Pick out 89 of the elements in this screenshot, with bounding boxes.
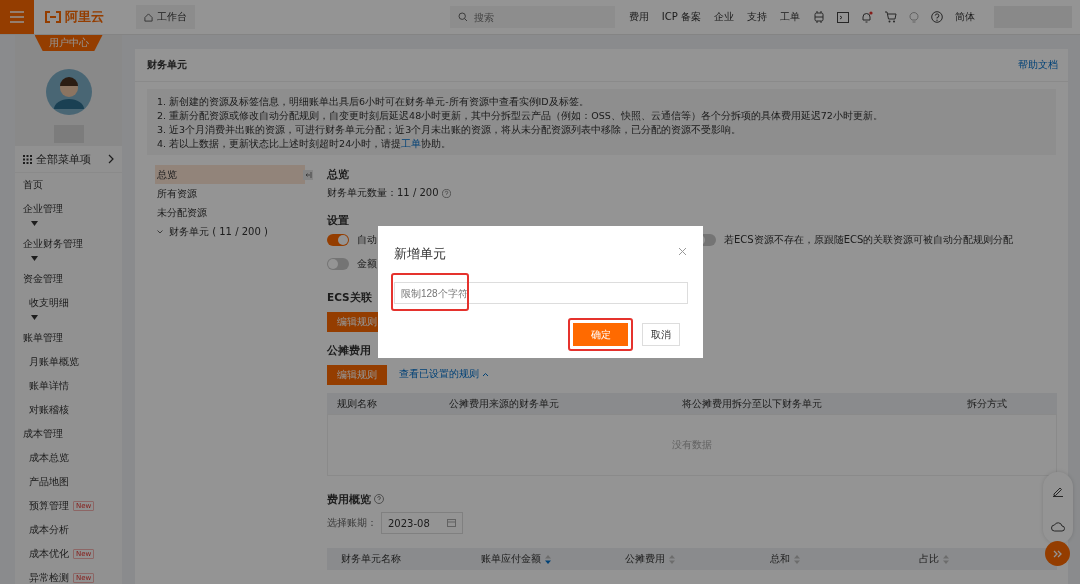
logo-icon bbox=[44, 11, 62, 23]
nav-item[interactable]: 总览 bbox=[155, 165, 305, 184]
help-icon[interactable] bbox=[931, 11, 943, 23]
caret-icon[interactable] bbox=[482, 372, 490, 377]
notice-line: 3. 近3个月消费并出账的资源，可进行财务单元分配；近3个月未出账的资源，将从未分配资源列表中移除，已分配的资源不受影响。 bbox=[157, 123, 743, 137]
sidebar-item[interactable]: 成本总览 bbox=[15, 446, 122, 470]
notice-line: 4. 若以上数据，更新状态比上述时刻超时24小时，请提工单协助。 bbox=[157, 137, 453, 151]
sidebar-item[interactable]: 账单管理 bbox=[15, 326, 122, 350]
unit-count: 财务单元数量：11 / 200 bbox=[327, 186, 439, 200]
grid-icon[interactable] bbox=[23, 154, 32, 164]
caret-icon[interactable] bbox=[31, 256, 38, 261]
sidebar-item[interactable]: 企业财务管理 bbox=[15, 232, 122, 256]
avatar bbox=[45, 69, 92, 115]
column-header: 规则名称 bbox=[337, 396, 378, 411]
toggle-switch[interactable] bbox=[327, 258, 349, 270]
help-icon[interactable] bbox=[441, 188, 451, 198]
terminal-icon[interactable] bbox=[837, 11, 849, 23]
sidebar-item[interactable]: 成本管理 bbox=[15, 422, 122, 446]
column-header[interactable]: 公摊费用 bbox=[625, 552, 675, 566]
search-field[interactable]: 搜索 bbox=[473, 11, 594, 23]
notice-line: 2. 重新分配资源或修改自动分配规则，自变更时刻后延迟48小时更新，其中分拆型云产品（例如：OSS、快照、云通信等）各个分拆项的具体费用延迟72小时更新。 bbox=[157, 109, 884, 123]
close-icon[interactable] bbox=[678, 247, 687, 256]
name-input[interactable]: 限制128个字符 bbox=[394, 282, 688, 304]
top-link[interactable]: ICP 备案 bbox=[661, 10, 701, 24]
sidebar-item[interactable]: 产品地图 bbox=[15, 470, 122, 494]
cloud-icon[interactable] bbox=[1051, 521, 1065, 532]
language-link[interactable]: 简体 bbox=[955, 10, 975, 24]
nav-item[interactable]: 财务单元 ( 11 / 200 ) bbox=[155, 222, 305, 241]
notice-line: 1. 新创建的资源及标签信息，明细账单出具后6小时可在财务单元-所有资源中查看实例ID及标签。 bbox=[157, 95, 590, 109]
all-menu-item[interactable]: 全部菜单项 bbox=[15, 146, 122, 173]
date-field[interactable]: 2023-08 bbox=[381, 512, 463, 534]
sidebar-item[interactable]: 对账稽核 bbox=[15, 398, 122, 422]
cancel-button[interactable]: 取消 bbox=[642, 323, 680, 346]
section-title: 公摊费用 bbox=[327, 343, 371, 358]
column-header[interactable]: 占比 bbox=[919, 552, 949, 566]
column-header[interactable]: 总和 bbox=[770, 552, 800, 566]
sidebar-item[interactable]: 企业管理 bbox=[15, 197, 122, 221]
chip-icon[interactable] bbox=[813, 11, 825, 23]
sidebar-item[interactable]: 收支明细 bbox=[15, 291, 122, 315]
top-link[interactable]: 支持 bbox=[747, 10, 767, 24]
view-rules-link[interactable]: 查看已设置的规则 bbox=[399, 367, 490, 381]
bell-icon[interactable] bbox=[861, 11, 873, 23]
lightbulb-icon[interactable] bbox=[909, 11, 919, 23]
sidebar-item[interactable]: 月账单概览 bbox=[15, 350, 122, 374]
column-header: 拆分方式 bbox=[967, 396, 1008, 411]
nav-item[interactable]: 所有资源 bbox=[155, 184, 305, 203]
column-header[interactable]: 账单应付金额 bbox=[481, 552, 551, 566]
top-link[interactable]: 工单 bbox=[780, 10, 800, 24]
column-header: 公摊费用来源的财务单元 bbox=[449, 396, 560, 411]
top-link[interactable]: 企业 bbox=[714, 10, 734, 24]
calendar-icon[interactable] bbox=[447, 519, 456, 527]
section-title: ECS关联 bbox=[327, 290, 372, 305]
toggle-label: 若ECS资源不存在，原跟随ECS的关联资源可被自动分配规则分配 bbox=[724, 233, 1014, 247]
brand-name: 阿里云 bbox=[65, 8, 104, 26]
toggle-label: 自动 bbox=[357, 233, 377, 247]
nav-item[interactable]: 未分配资源 bbox=[155, 203, 305, 222]
field-label: 选择账期： bbox=[327, 516, 377, 530]
home-tab[interactable]: 工作台 bbox=[136, 5, 195, 29]
cart-icon[interactable] bbox=[885, 11, 897, 23]
section-title: 设置 bbox=[327, 213, 349, 228]
ticket-link[interactable]: 工单 bbox=[401, 138, 422, 149]
section-title: 总览 bbox=[327, 167, 349, 182]
page-title: 财务单元 bbox=[147, 58, 187, 72]
column-header: 将公摊费用拆分至以下财务单元 bbox=[682, 396, 823, 411]
sidebar-item[interactable]: 首页 bbox=[15, 173, 122, 197]
column-header[interactable]: 财务单元名称 bbox=[341, 552, 401, 566]
modal-title: 新增单元 bbox=[394, 246, 446, 263]
help-link[interactable]: 帮助文档 bbox=[1018, 58, 1058, 72]
sidebar-item[interactable]: 成本分析 bbox=[15, 518, 122, 542]
sidebar-item[interactable]: 账单详情 bbox=[15, 374, 122, 398]
help-icon[interactable] bbox=[374, 494, 384, 504]
double-chevron-icon[interactable] bbox=[1053, 549, 1062, 558]
section-title: 费用概览 bbox=[327, 492, 371, 507]
caret-icon[interactable] bbox=[31, 221, 38, 226]
sort-icon[interactable] bbox=[545, 554, 551, 564]
top-link[interactable]: 费用 bbox=[628, 10, 649, 24]
toggle-switch[interactable] bbox=[327, 234, 349, 246]
menu-button[interactable] bbox=[0, 0, 34, 34]
caret-icon[interactable] bbox=[31, 315, 38, 320]
menu-icon[interactable] bbox=[10, 11, 24, 23]
caret-icon[interactable] bbox=[157, 229, 163, 234]
toggle-label: 金额 bbox=[357, 257, 377, 271]
search-icon[interactable] bbox=[457, 12, 468, 22]
collapse-icon[interactable] bbox=[303, 170, 313, 180]
chevron-right-icon[interactable] bbox=[108, 154, 114, 164]
confirm-button[interactable]: 确定 bbox=[573, 323, 628, 346]
sidebar-item[interactable]: 资金管理 bbox=[15, 267, 122, 291]
search-bar[interactable]: 搜索 bbox=[449, 6, 615, 28]
home-icon[interactable] bbox=[144, 12, 153, 22]
